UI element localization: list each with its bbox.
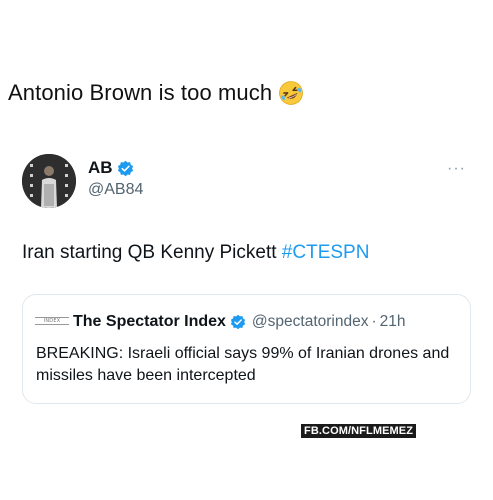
- watermark: FB.COM/NFLMEMEZ: [301, 424, 417, 438]
- hashtag-link[interactable]: #CTESPN: [282, 242, 370, 263]
- caption: Antonio Brown is too much: [8, 80, 304, 106]
- quoted-author-handle[interactable]: @spectatorindex: [252, 313, 369, 331]
- caption-text: Antonio Brown is too much: [8, 80, 273, 105]
- quoted-tweet[interactable]: INDEX The Spectator Index @spectatorinde…: [22, 294, 471, 404]
- verified-badge-icon: [117, 160, 133, 176]
- more-options-button[interactable]: ···: [447, 160, 466, 178]
- logo-text: INDEX: [43, 318, 61, 324]
- verified-badge-icon: [230, 314, 246, 330]
- spectator-index-logo: INDEX: [35, 315, 69, 329]
- separator-dot: ·: [371, 313, 377, 330]
- quoted-author-name[interactable]: The Spectator Index: [73, 313, 226, 331]
- rolling-on-floor-laughing-icon: [279, 81, 304, 105]
- author-name[interactable]: AB: [88, 158, 113, 178]
- ellipsis-icon: ···: [447, 160, 466, 177]
- quoted-timestamp[interactable]: 21h: [380, 313, 406, 331]
- quoted-tweet-text: BREAKING: Israeli official says 99% of I…: [36, 345, 450, 384]
- avatar-image: [22, 154, 76, 208]
- quoted-tweet-header: INDEX The Spectator Index @spectatorinde…: [35, 313, 406, 331]
- avatar[interactable]: [22, 154, 76, 208]
- author-handle[interactable]: @AB84: [88, 181, 143, 199]
- tweet-author: AB @AB84: [88, 158, 143, 199]
- tweet-text: Iran starting QB Kenny Pickett #CTESPN: [22, 242, 472, 264]
- tweet-body: Iran starting QB Kenny Pickett: [22, 242, 282, 263]
